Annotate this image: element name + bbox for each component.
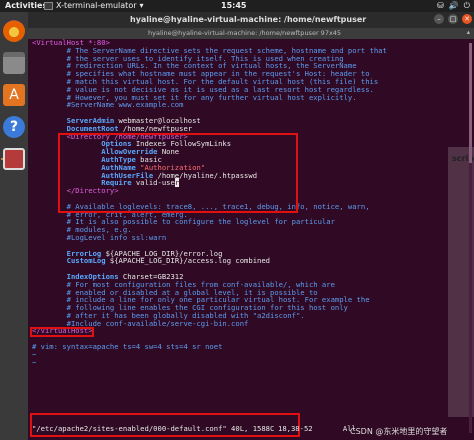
volume-icon[interactable]: 🔊 <box>449 1 459 11</box>
directory-block-highlight <box>58 133 298 213</box>
virtualhost-end-highlight <box>30 327 94 337</box>
files-icon[interactable] <box>3 52 25 74</box>
terminal-body[interactable]: scription <VirtualHost *:80> # The Serve… <box>28 39 474 440</box>
window-title: hyaline@hyaline-virtual-machine: /home/n… <box>130 15 367 24</box>
vim-status-file: "/etc/apache2/sites-enabled/000-default.… <box>32 424 275 433</box>
running-indicator <box>1 158 3 160</box>
minimize-button[interactable]: – <box>434 14 444 24</box>
terminal-subtitle: hyaline@hyaline-virtual-machine: /home/n… <box>148 29 342 37</box>
line-segment: ${APACHE_LOG_DIR}/access.log combined <box>105 256 271 266</box>
vim-status-position: 18,38-52 All <box>278 424 356 433</box>
power-icon[interactable]: ⏻ <box>464 1 470 11</box>
close-button[interactable]: ✕ <box>462 14 472 24</box>
editor-line[interactable]: #ServerName www.example.com <box>32 101 442 109</box>
editor-line[interactable]: #LogLevel info ssl:warn <box>32 234 442 242</box>
window-titlebar[interactable]: hyaline@hyaline-virtual-machine: /home/n… <box>28 12 474 28</box>
editor-line[interactable]: ~ <box>32 350 442 359</box>
network-icon[interactable]: ⛁ <box>437 1 444 11</box>
software-icon[interactable]: A <box>3 84 25 106</box>
help-icon[interactable]: ? <box>3 116 25 138</box>
top-panel: Activities X-terminal-emulator ▾ 15:45 ⛁… <box>0 0 474 12</box>
line-segment: CustomLog <box>32 256 106 266</box>
chevron-down-icon: ▾ <box>139 1 144 10</box>
scroll-up-icon[interactable]: ▴ <box>467 28 470 36</box>
system-tray[interactable]: ⛁ 🔊 ⏻ <box>437 1 470 11</box>
watermark: CSDN @东米地里的守望者 <box>350 427 448 436</box>
clock[interactable]: 15:45 <box>221 1 246 10</box>
line-segment: # vim: syntax=apache ts=4 sw=4 sts=4 sr … <box>32 342 223 352</box>
line-segment: #ServerName www.example.com <box>32 100 184 110</box>
editor-line[interactable]: # vim: syntax=apache ts=4 sw=4 sts=4 sr … <box>32 343 442 351</box>
editor-line[interactable]: ~ <box>32 357 442 367</box>
terminal-icon[interactable] <box>3 148 25 170</box>
activities-button[interactable]: Activities <box>5 1 47 10</box>
scrollbar-thumb[interactable] <box>469 43 472 163</box>
line-segment: ~ <box>32 357 37 367</box>
app-menu-label: X-terminal-emulator <box>56 1 137 10</box>
line-segment: #LogLevel info ssl:warn <box>32 232 167 242</box>
maximize-button[interactable]: □ <box>448 14 458 24</box>
terminal-app-icon <box>44 1 53 10</box>
app-menu[interactable]: X-terminal-emulator ▾ <box>44 1 144 10</box>
dock: A ? <box>0 12 28 440</box>
editor-line[interactable]: CustomLog ${APACHE_LOG_DIR}/access.log c… <box>32 257 442 265</box>
terminal-subtitle-bar: hyaline@hyaline-virtual-machine: /home/n… <box>28 28 474 39</box>
firefox-icon[interactable] <box>3 20 25 42</box>
